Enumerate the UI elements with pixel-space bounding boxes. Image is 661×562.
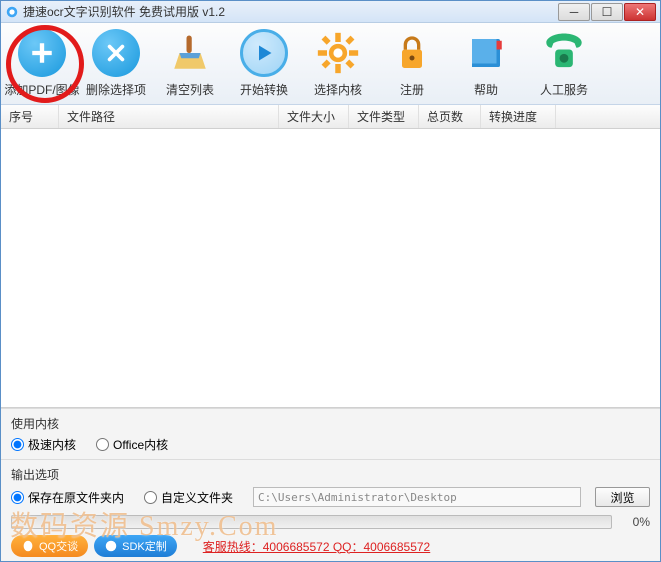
close-button[interactable]: ✕ bbox=[624, 3, 656, 21]
gear-icon bbox=[316, 31, 360, 75]
progress-percent: 0% bbox=[618, 515, 650, 529]
broom-icon bbox=[169, 32, 211, 74]
kernel-office-radio[interactable]: Office内核 bbox=[96, 436, 168, 453]
minimize-button[interactable]: ─ bbox=[558, 3, 590, 21]
table-header: 序号 文件路径 文件大小 文件类型 总页数 转换进度 bbox=[1, 105, 660, 129]
col-pages[interactable]: 总页数 bbox=[419, 105, 481, 128]
qq-icon bbox=[21, 539, 35, 553]
table-body[interactable] bbox=[1, 129, 660, 408]
register-button[interactable]: 注册 bbox=[375, 29, 449, 98]
progress-row: 0% bbox=[1, 513, 660, 531]
output-original-radio[interactable]: 保存在原文件夹内 bbox=[11, 489, 124, 506]
add-pdf-button[interactable]: 添加PDF/图像 bbox=[5, 29, 79, 98]
output-path-input[interactable] bbox=[253, 487, 581, 507]
toolbar: 添加PDF/图像 删除选择项 清空列表 开始转换 选择内核 注册 帮助 人工服 bbox=[1, 23, 660, 105]
col-progress[interactable]: 转换进度 bbox=[481, 105, 556, 128]
plus-icon bbox=[29, 40, 55, 66]
progress-bar bbox=[11, 515, 612, 529]
titlebar: 捷速ocr文字识别软件 免费试用版 v1.2 ─ ☐ ✕ bbox=[1, 1, 660, 23]
help-button[interactable]: 帮助 bbox=[449, 29, 523, 98]
col-path[interactable]: 文件路径 bbox=[59, 105, 279, 128]
hotline-link[interactable]: 客服热线：4006685572 QQ：4006685572 bbox=[203, 538, 650, 555]
bottom-bar: QQ交谈 SDK定制 客服热线：4006685572 QQ：4006685572 bbox=[1, 531, 660, 561]
kernel-panel: 使用内核 极速内核 Office内核 bbox=[1, 408, 660, 459]
output-custom-radio[interactable]: 自定义文件夹 bbox=[144, 489, 233, 506]
delete-selected-button[interactable]: 删除选择项 bbox=[79, 29, 153, 98]
start-convert-button[interactable]: 开始转换 bbox=[227, 29, 301, 98]
sdk-icon bbox=[104, 539, 118, 553]
kernel-fast-radio[interactable]: 极速内核 bbox=[11, 436, 76, 453]
browse-button[interactable]: 浏览 bbox=[595, 487, 650, 507]
col-index[interactable]: 序号 bbox=[1, 105, 59, 128]
output-panel: 输出选项 保存在原文件夹内 自定义文件夹 浏览 bbox=[1, 459, 660, 513]
col-size[interactable]: 文件大小 bbox=[279, 105, 349, 128]
app-icon bbox=[5, 5, 19, 19]
x-icon bbox=[105, 42, 127, 64]
lock-icon bbox=[392, 33, 432, 73]
sdk-button[interactable]: SDK定制 bbox=[94, 535, 177, 557]
play-icon bbox=[254, 43, 274, 63]
support-button[interactable]: 人工服务 bbox=[523, 29, 605, 98]
window-title: 捷速ocr文字识别软件 免费试用版 v1.2 bbox=[23, 3, 557, 20]
maximize-button[interactable]: ☐ bbox=[591, 3, 623, 21]
kernel-title: 使用内核 bbox=[11, 415, 650, 432]
select-kernel-button[interactable]: 选择内核 bbox=[301, 29, 375, 98]
output-title: 输出选项 bbox=[11, 466, 650, 483]
book-icon bbox=[465, 32, 507, 74]
col-type[interactable]: 文件类型 bbox=[349, 105, 419, 128]
clear-list-button[interactable]: 清空列表 bbox=[153, 29, 227, 98]
phone-icon bbox=[541, 32, 587, 74]
qq-chat-button[interactable]: QQ交谈 bbox=[11, 535, 88, 557]
